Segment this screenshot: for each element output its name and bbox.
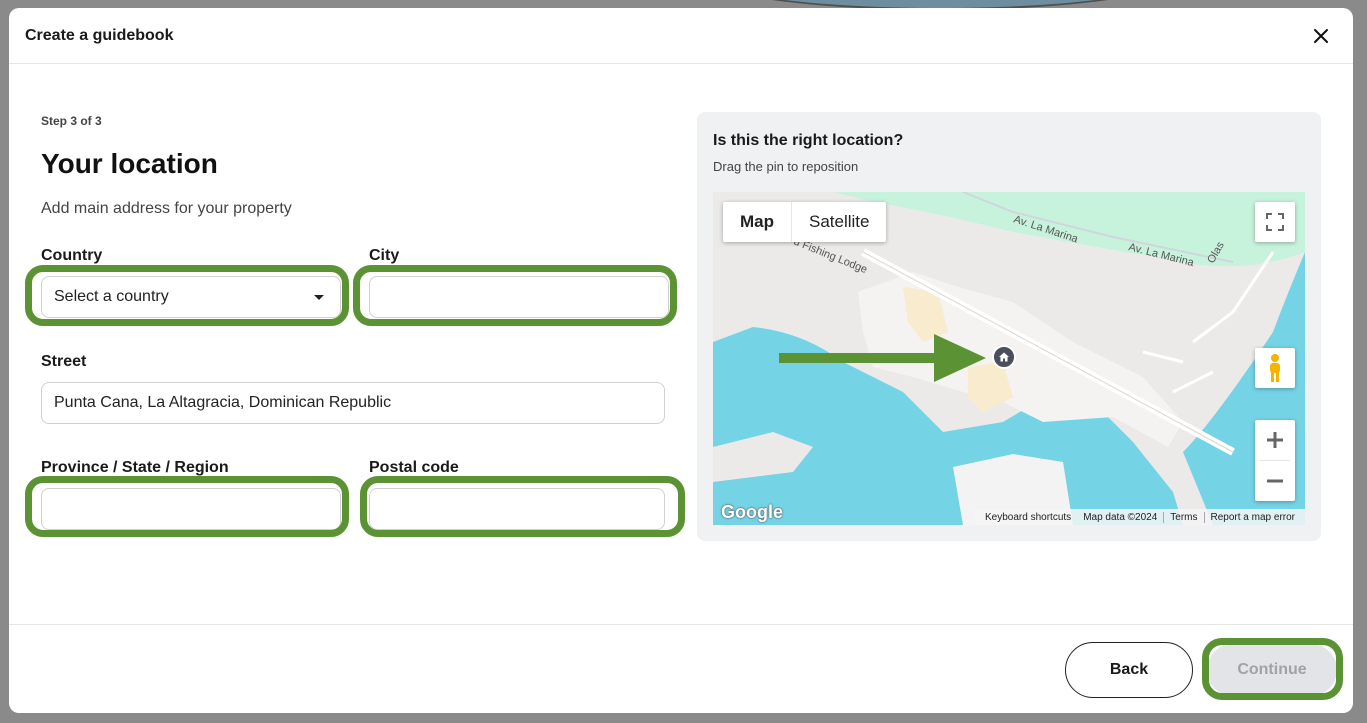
country-label: Country [41, 247, 103, 264]
map-type-satellite-button[interactable]: Satellite [792, 202, 886, 242]
continue-button[interactable]: Continue [1207, 644, 1337, 696]
location-map[interactable]: Av. La Marina Av. La Marina Olas d Fishi… [713, 192, 1305, 525]
keyboard-shortcuts-link[interactable]: Keyboard shortcuts [979, 512, 1077, 523]
close-icon [1314, 28, 1328, 43]
zoom-in-button[interactable] [1255, 420, 1295, 460]
city-input[interactable] [369, 276, 669, 318]
map-question: Is this the right location? [713, 132, 904, 149]
report-map-error-link[interactable]: Report a map error [1203, 511, 1301, 523]
postal-code-input[interactable] [369, 488, 665, 530]
map-type-control: Map Satellite [723, 202, 887, 242]
caret-down-icon [314, 295, 324, 300]
street-view-button[interactable] [1255, 348, 1295, 388]
page-subtitle: Add main address for your property [41, 200, 292, 217]
city-label: City [369, 247, 400, 264]
map-hint: Drag the pin to reposition [713, 159, 859, 174]
zoom-control [1255, 420, 1295, 501]
map-data-text: Map data ©2024 [1083, 511, 1158, 523]
postal-code-label: Postal code [369, 459, 459, 476]
close-button[interactable] [1305, 20, 1337, 52]
country-select-value: Select a country [54, 288, 169, 305]
fullscreen-icon [1266, 213, 1284, 231]
plus-icon [1267, 432, 1283, 448]
pegman-icon [1270, 354, 1280, 382]
location-form: Step 3 of 3 Your location Add main addre… [41, 114, 681, 218]
back-button[interactable]: Back [1065, 642, 1193, 698]
modal-header: Create a guidebook [9, 8, 1353, 64]
country-select[interactable]: Select a country [41, 276, 341, 318]
modal-title: Create a guidebook [25, 26, 174, 44]
map-type-map-button[interactable]: Map [723, 202, 792, 242]
green-arrow-icon [779, 334, 986, 382]
terms-link[interactable]: Terms [1163, 511, 1203, 523]
google-logo: Google [721, 502, 783, 522]
province-label: Province / State / Region [41, 459, 229, 476]
create-guidebook-modal: Create a guidebook Step 3 of 3 Your loca… [9, 8, 1353, 713]
province-input[interactable] [41, 488, 341, 530]
page-title: Your location [41, 148, 218, 179]
street-input[interactable]: Punta Cana, La Altagracia, Dominican Rep… [41, 382, 665, 424]
location-pin[interactable] [992, 345, 1016, 369]
zoom-out-button[interactable] [1255, 461, 1295, 501]
map-panel: Is this the right location? Drag the pin… [697, 112, 1321, 541]
step-indicator: Step 3 of 3 [41, 114, 102, 128]
minus-icon [1267, 479, 1283, 483]
home-icon [999, 352, 1009, 362]
modal-footer: Back Continue [9, 624, 1353, 713]
map-attribution: Keyboard shortcuts Map data ©2024 Terms … [975, 509, 1305, 525]
street-label: Street [41, 353, 87, 370]
street-input-value: Punta Cana, La Altagracia, Dominican Rep… [54, 394, 392, 411]
fullscreen-button[interactable] [1255, 202, 1295, 242]
